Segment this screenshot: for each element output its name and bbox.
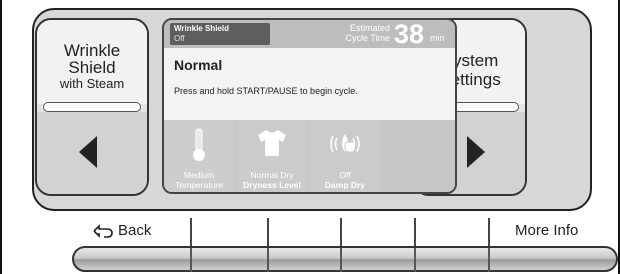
cycle-name: Normal (174, 57, 223, 73)
back-label-group: Back (92, 222, 151, 239)
right-arrow-icon (467, 136, 485, 168)
soft-key-divider (340, 248, 342, 272)
thermometer-icon (164, 128, 234, 167)
instruction-text: Press and hold START/PAUSE to begin cycl… (174, 86, 358, 96)
cycle-options: Medium Temperature Normal Dry Dryness Le… (164, 120, 455, 192)
label-divider (488, 218, 490, 248)
soft-key-bar[interactable] (72, 246, 618, 272)
soft-key-divider (190, 248, 192, 272)
estimated-label: Estimated (349, 23, 390, 33)
dryness-label: Dryness Level (243, 180, 301, 190)
display-screen: Wrinkle Shield Off Estimated Cycle Time … (162, 18, 457, 194)
temperature-label: Temperature (175, 180, 223, 190)
label-divider (340, 218, 342, 248)
cycle-time-label: Cycle Time (345, 33, 390, 43)
empty-option-slot (383, 120, 455, 192)
label-divider (190, 218, 192, 248)
label-divider (267, 218, 269, 248)
shirt-icon (237, 128, 307, 163)
status-bar: Wrinkle Shield Off Estimated Cycle Time … (164, 20, 455, 48)
soft-key-divider (267, 248, 269, 272)
wrinkle-shield-button[interactable]: Wrinkle Shield with Steam (35, 18, 149, 196)
damp-dry-value: Off (339, 170, 351, 180)
cycle-time-unit: min (430, 33, 445, 43)
with-steam-label: with Steam (59, 76, 125, 91)
soft-key-divider (488, 248, 490, 272)
button-divider (43, 102, 141, 112)
wrinkle-shield-title: Wrinkle Shield (174, 24, 229, 33)
wrinkle-shield-status[interactable]: Wrinkle Shield Off (170, 23, 270, 45)
estimated-time-label: Estimated Cycle Time (310, 23, 390, 43)
temperature-value: Medium (183, 170, 215, 180)
wrinkle-shield-value: Off (174, 34, 185, 43)
damp-dry-option[interactable]: Off Damp Dry (310, 120, 380, 192)
damp-dry-label: Damp Dry (324, 180, 366, 190)
left-arrow-icon (79, 136, 97, 168)
shield-label: Shield (68, 58, 116, 77)
label-divider (414, 218, 416, 248)
more-info-label: More Info (515, 222, 579, 239)
dryness-level-option[interactable]: Normal Dry Dryness Level (237, 120, 307, 192)
back-label: Back (118, 222, 152, 239)
soft-key-divider (414, 248, 416, 272)
damp-signal-icon (310, 128, 380, 165)
cycle-time-value: 38 (394, 19, 425, 49)
back-arrow-icon (93, 224, 113, 238)
temperature-option[interactable]: Medium Temperature (164, 120, 234, 192)
dryness-value: Normal Dry (250, 170, 294, 180)
frame-left-edge (0, 0, 2, 274)
